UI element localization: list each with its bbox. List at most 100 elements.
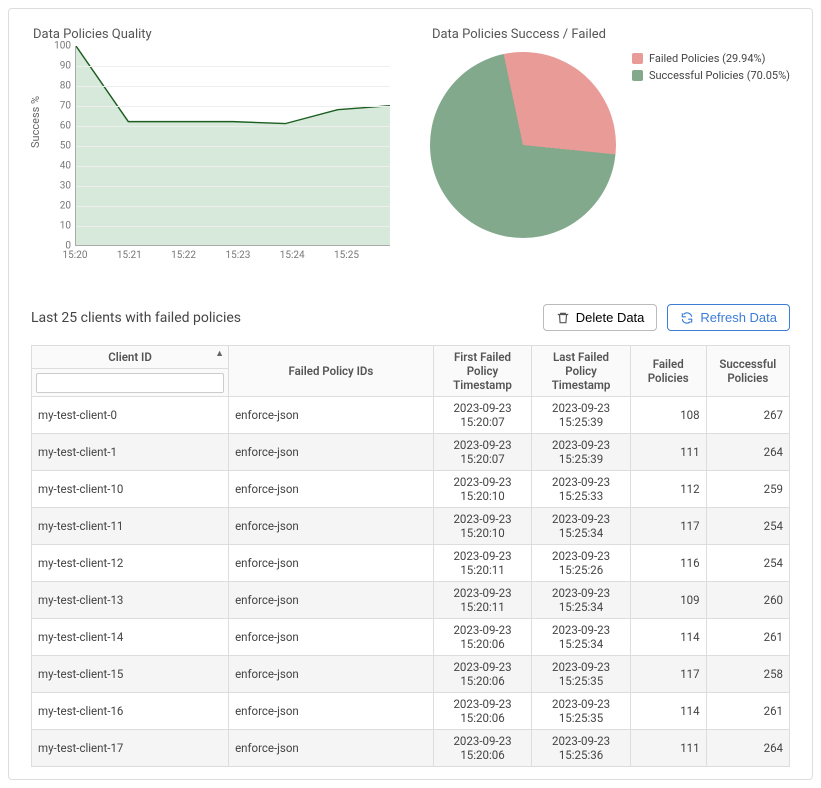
cell-policy: enforce-json <box>229 582 434 619</box>
cell-policy: enforce-json <box>229 508 434 545</box>
legend-failed: Failed Policies (29.94%) <box>632 52 790 65</box>
table-row[interactable]: my-test-client-10enforce-json2023-09-23 … <box>32 471 790 508</box>
legend-success: Successful Policies (70.05%) <box>632 69 790 82</box>
cell-client: my-test-client-10 <box>32 471 229 508</box>
table-header-row: Client ID ▲ Failed Policy IDs First Fail… <box>32 346 790 369</box>
cell-first-ts: 2023-09-23 15:20:06 <box>433 656 532 693</box>
delete-data-button[interactable]: Delete Data <box>543 304 658 331</box>
cell-failed: 114 <box>630 693 706 730</box>
x-tick: 15:21 <box>117 250 142 261</box>
cell-client: my-test-client-16 <box>32 693 229 730</box>
cell-policy: enforce-json <box>229 397 434 434</box>
delete-data-label: Delete Data <box>576 310 645 325</box>
cell-success: 258 <box>706 656 789 693</box>
cell-last-ts: 2023-09-23 15:25:35 <box>532 693 631 730</box>
cell-last-ts: 2023-09-23 15:25:39 <box>532 434 631 471</box>
table-row[interactable]: my-test-client-16enforce-json2023-09-23 … <box>32 693 790 730</box>
table-row[interactable]: my-test-client-1enforce-json2023-09-23 1… <box>32 434 790 471</box>
pie-graphic <box>430 52 616 238</box>
cell-success: 254 <box>706 545 789 582</box>
y-tick: 90 <box>60 61 71 72</box>
cell-last-ts: 2023-09-23 15:25:39 <box>532 397 631 434</box>
cell-success: 261 <box>706 619 789 656</box>
cell-success: 267 <box>706 397 789 434</box>
cell-client: my-test-client-15 <box>32 656 229 693</box>
cell-failed: 116 <box>630 545 706 582</box>
cell-policy: enforce-json <box>229 693 434 730</box>
x-tick: 15:24 <box>280 250 305 261</box>
y-tick: 40 <box>60 161 71 172</box>
cell-first-ts: 2023-09-23 15:20:06 <box>433 693 532 730</box>
quality-chart[interactable]: Data Policies Quality Success % 01020304… <box>31 27 390 276</box>
y-tick: 30 <box>60 181 71 192</box>
cell-failed: 117 <box>630 508 706 545</box>
cell-failed: 111 <box>630 434 706 471</box>
cell-last-ts: 2023-09-23 15:25:34 <box>532 582 631 619</box>
table-row[interactable]: my-test-client-13enforce-json 2023-09-23 … <box>32 582 790 619</box>
cell-client: my-test-client-1 <box>32 434 229 471</box>
cell-first-ts: 2023-09-23 15:20:06 <box>433 619 532 656</box>
table-row[interactable]: my-test-client-0enforce-json2023-09-23 1… <box>32 397 790 434</box>
cell-failed: 112 <box>630 471 706 508</box>
trash-icon <box>556 311 570 325</box>
col-failed[interactable]: Failed Policies <box>630 346 706 397</box>
cell-failed: 109 <box>630 582 706 619</box>
cell-failed: 108 <box>630 397 706 434</box>
quality-chart-ylabel: Success % <box>29 96 42 148</box>
col-success[interactable]: Successful Policies <box>706 346 789 397</box>
legend-label-success: Successful Policies (70.05%) <box>649 69 790 82</box>
table-row[interactable]: my-test-client-12enforce-json2023-09-23 … <box>32 545 790 582</box>
cell-success: 264 <box>706 730 789 767</box>
cell-client: my-test-client-13 <box>32 582 229 619</box>
failed-clients-table: Client ID ▲ Failed Policy IDs First Fail… <box>31 345 790 767</box>
cell-success: 261 <box>706 693 789 730</box>
client-id-filter-input[interactable] <box>36 373 224 393</box>
table-section-title: Last 25 clients with failed policies <box>31 310 241 326</box>
cell-failed: 111 <box>630 730 706 767</box>
cell-first-ts: 2023-09-23 15:20:07 <box>433 434 532 471</box>
table-row[interactable]: my-test-client-14enforce-json2023-09-23 … <box>32 619 790 656</box>
y-tick: 50 <box>60 141 71 152</box>
cell-client: my-test-client-11 <box>32 508 229 545</box>
x-tick: 15:22 <box>171 250 196 261</box>
pie-legend: Failed Policies (29.94%) Successful Poli… <box>632 52 790 86</box>
col-failed-policy-ids[interactable]: Failed Policy IDs <box>229 346 434 397</box>
table-section-header: Last 25 clients with failed policies Del… <box>31 304 790 331</box>
cell-success: 259 <box>706 471 789 508</box>
cell-success: 264 <box>706 434 789 471</box>
y-tick: 80 <box>60 81 71 92</box>
col-client-id[interactable]: Client ID ▲ <box>32 346 229 369</box>
cell-first-ts: 2023-09-23 15:20:10 <box>433 471 532 508</box>
cell-client: my-test-client-17 <box>32 730 229 767</box>
success-failed-chart[interactable]: Data Policies Success / Failed Failed Po… <box>430 27 790 276</box>
y-tick: 10 <box>60 221 71 232</box>
pie-chart-title: Data Policies Success / Failed <box>432 27 790 42</box>
cell-first-ts: 2023-09-23 15:20:11 <box>433 545 532 582</box>
refresh-data-button[interactable]: Refresh Data <box>667 304 790 331</box>
y-tick: 60 <box>60 121 71 132</box>
cell-policy: enforce-json <box>229 545 434 582</box>
cell-success: 260 <box>706 582 789 619</box>
table-row[interactable]: my-test-client-11enforce-json2023-09-23 … <box>32 508 790 545</box>
cell-policy: enforce-json <box>229 434 434 471</box>
cell-last-ts: 2023-09-23 15:25:35 <box>532 656 631 693</box>
legend-label-failed: Failed Policies (29.94%) <box>649 52 765 65</box>
cell-first-ts: 2023-09-23 15:20:06 <box>433 730 532 767</box>
cell-first-ts: 2023-09-23 15:20:10 <box>433 508 532 545</box>
cell-policy: enforce-json <box>229 730 434 767</box>
cell-policy: enforce-json <box>229 656 434 693</box>
cell-success: 254 <box>706 508 789 545</box>
col-first-ts[interactable]: First Failed Policy Timestamp <box>433 346 532 397</box>
table-row[interactable]: my-test-client-17enforce-json2023-09-23 … <box>32 730 790 767</box>
cell-failed: 114 <box>630 619 706 656</box>
refresh-icon <box>680 311 694 325</box>
y-tick: 20 <box>60 201 71 212</box>
cell-failed: 117 <box>630 656 706 693</box>
table-row[interactable]: my-test-client-15enforce-json2023-09-23 … <box>32 656 790 693</box>
legend-swatch-success <box>632 70 643 81</box>
cell-client: my-test-client-12 <box>32 545 229 582</box>
cell-policy: enforce-json <box>229 619 434 656</box>
col-last-ts[interactable]: Last Failed Policy Timestamp <box>532 346 631 397</box>
refresh-data-label: Refresh Data <box>700 310 777 325</box>
quality-chart-title: Data Policies Quality <box>33 27 390 42</box>
